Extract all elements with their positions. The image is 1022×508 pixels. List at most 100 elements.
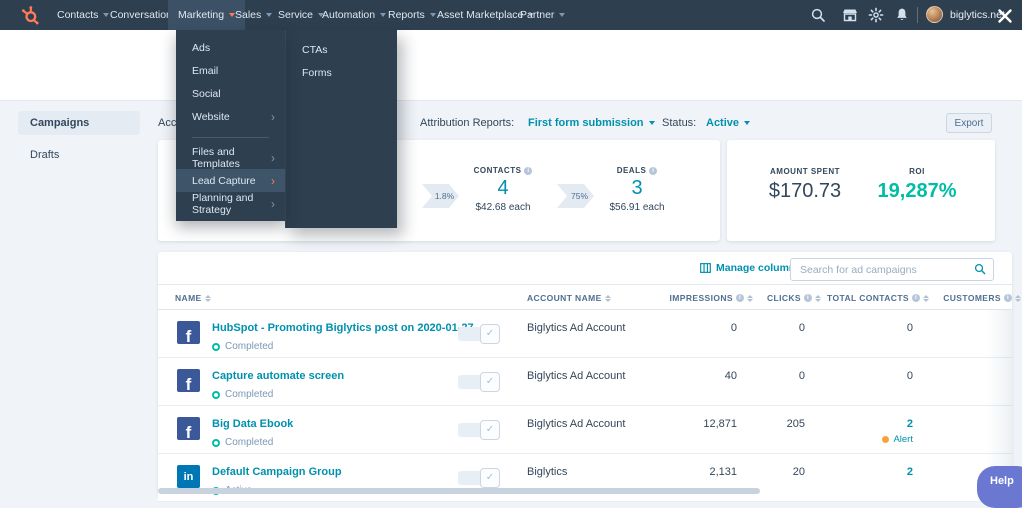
marketplace-icon[interactable] (842, 7, 858, 23)
column-header-account-name[interactable]: ACCOUNT NAME (527, 285, 611, 311)
search-icon (974, 263, 986, 275)
toggle-check-icon: ✓ (480, 468, 500, 488)
campaign-name-link[interactable]: Big Data Ebook (212, 418, 293, 430)
sort-icon[interactable] (604, 294, 611, 302)
nav-item-sales[interactable]: Sales (235, 0, 273, 30)
column-header-name[interactable]: NAME (175, 285, 211, 311)
campaign-toggle[interactable]: ✓ (458, 372, 500, 392)
table-row: f Big Data Ebook Completed ✓ Biglytics Ad Ac… (158, 406, 1012, 454)
attribution-reports-dropdown[interactable]: First form submission (528, 117, 655, 129)
total-contacts-value[interactable]: 2 (907, 466, 913, 478)
deals-value: 3 (631, 177, 643, 199)
settings-icon[interactable] (868, 7, 884, 23)
hubspot-logo-icon[interactable] (20, 5, 40, 25)
notifications-icon[interactable] (894, 7, 910, 23)
submenu-item-label: CTAs (302, 43, 328, 56)
info-icon[interactable]: i (649, 166, 658, 175)
info-icon[interactable]: i (524, 166, 533, 175)
status-dropdown[interactable]: Active (706, 117, 751, 129)
menu-item-website[interactable]: Website › (176, 105, 285, 128)
horizontal-scrollbar[interactable] (158, 488, 760, 494)
contacts-unit-cost: $42.68 each (475, 202, 531, 213)
total-contacts-value[interactable]: 2 (907, 418, 913, 430)
nav-item-label: Partner (520, 9, 555, 21)
nav-item-reports[interactable]: Reports (388, 0, 436, 30)
campaign-toggle[interactable]: ✓ (458, 324, 500, 344)
toggle-check-icon: ✓ (480, 372, 500, 392)
close-icon[interactable] (997, 8, 1013, 24)
search-icon[interactable] (810, 7, 826, 23)
impressions-cell: 2,131 (709, 466, 737, 478)
deals-stat: DEALS i 3 $56.91 each (587, 166, 687, 213)
status-label: Completed (225, 389, 274, 400)
nav-item-label: Contacts (57, 9, 99, 21)
menu-item-email[interactable]: Email (176, 59, 285, 82)
status-value: Active (706, 117, 740, 129)
nav-item-automation[interactable]: Automation (322, 0, 387, 30)
nav-item-partner[interactable]: Partner (520, 0, 566, 30)
status-label: Completed (225, 437, 274, 448)
manage-columns-label: Manage columns (716, 262, 802, 274)
menu-item-lead-capture[interactable]: Lead Capture › (176, 169, 285, 192)
alert-link[interactable]: Alert (882, 434, 913, 445)
toggle-check-icon: ✓ (480, 324, 500, 344)
export-button[interactable]: Export (946, 113, 992, 133)
menu-divider (176, 128, 285, 146)
total-contacts-cell: 2 (823, 466, 913, 478)
submenu-item-forms[interactable]: Forms (286, 61, 397, 84)
manage-columns-button[interactable]: Manage columns (700, 262, 801, 274)
caret-down-icon (559, 13, 566, 17)
amount-spent-value: $170.73 (768, 180, 842, 202)
sidebar-item-campaigns[interactable]: Campaigns (18, 111, 140, 135)
submenu-item-label: Forms (302, 66, 332, 79)
status-dot-icon (212, 342, 220, 351)
menu-item-files-and-templates[interactable]: Files and Templates › (176, 146, 285, 170)
amount-spent-label: AMOUNT SPENT (770, 167, 840, 176)
caret-down-icon (648, 121, 655, 125)
menu-item-planning-and-strategy[interactable]: Planning and Strategy › (176, 192, 285, 216)
caret-down-icon (266, 13, 273, 17)
campaign-status: Completed (212, 341, 273, 352)
column-label: NAME (175, 293, 202, 303)
alert-dot-icon (882, 436, 890, 443)
avatar[interactable] (926, 6, 943, 23)
account-name-cell: Biglytics Ad Account (527, 322, 626, 334)
facebook-icon: f (177, 321, 200, 345)
campaign-status: Completed (212, 437, 273, 448)
sidebar-item-drafts[interactable]: Drafts (18, 143, 140, 167)
nav-item-service[interactable]: Service (278, 0, 325, 30)
column-label: ACCOUNT NAME (527, 293, 602, 303)
help-button[interactable]: Help (977, 466, 1022, 508)
info-icon[interactable]: i (1004, 294, 1012, 302)
impressions-cell: 40 (724, 370, 737, 382)
deals-label: DEALS (616, 166, 647, 175)
search-input[interactable] (790, 258, 994, 281)
submenu-item-ctas[interactable]: CTAs (286, 38, 397, 61)
total-contacts-cell: 0 (823, 322, 913, 334)
campaign-name-link[interactable]: Capture automate screen (212, 370, 344, 382)
column-header-customers[interactable]: CUSTOMERS i (905, 285, 1021, 311)
campaign-name-link[interactable]: HubSpot - Promoting Biglytics post on 20… (212, 322, 474, 334)
nav-item-label: Asset Marketplace (437, 9, 524, 21)
campaigns-table: Manage columns NAMEACCOUNT NAMEIMPRESSIO… (158, 252, 1021, 502)
sort-icon[interactable] (204, 294, 211, 302)
contacts-value: 4 (497, 177, 509, 199)
page-header (0, 30, 1022, 101)
nav-item-marketing[interactable]: Marketing (168, 0, 246, 30)
marketing-dropdown-menu: Ads Email Social Website › Files and Template… (176, 30, 285, 221)
nav-item-label: Automation (322, 9, 376, 21)
contacts-label: CONTACTS (473, 166, 522, 175)
campaign-toggle[interactable]: ✓ (458, 468, 500, 488)
roi-label: ROI (909, 167, 925, 176)
menu-item-social[interactable]: Social (176, 82, 285, 105)
chevron-right-icon: › (271, 109, 275, 124)
status-label: Completed (225, 341, 274, 352)
nav-item-contacts[interactable]: Contacts (57, 0, 110, 30)
menu-item-ads[interactable]: Ads (176, 36, 285, 59)
campaign-toggle[interactable]: ✓ (458, 420, 500, 440)
impressions-cell: 12,871 (703, 418, 737, 430)
nav-item-label: Marketing (178, 9, 225, 21)
account-name-cell: Biglytics Ad Account (527, 370, 626, 382)
campaign-name-link[interactable]: Default Campaign Group (212, 466, 342, 478)
sort-icon[interactable] (1015, 294, 1021, 302)
